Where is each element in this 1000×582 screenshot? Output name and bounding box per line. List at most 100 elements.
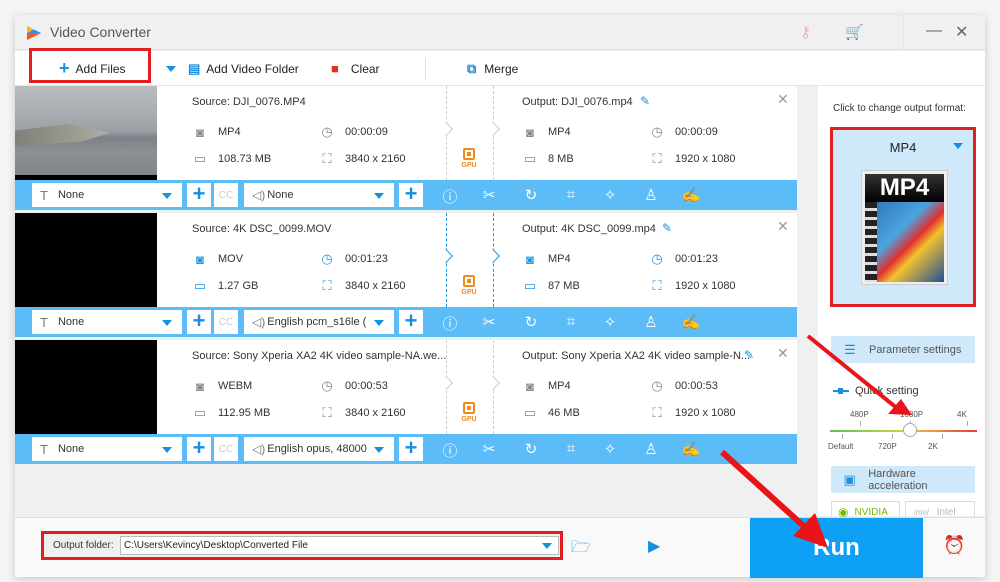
output-settings-panel: Click to change output format: MP4 MP4 ☰… [818, 86, 985, 523]
output-duration-value: 00:00:53 [675, 380, 718, 392]
output-folder-dropdown-icon[interactable] [542, 543, 552, 549]
remove-item-icon[interactable]: ✕ [777, 345, 789, 362]
video-file-icon: ◙ [526, 124, 534, 140]
watermark-stamp-icon[interactable]: ♙ [641, 186, 661, 204]
effects-wand-icon[interactable]: ✧ [600, 440, 620, 458]
edit-filename-icon[interactable]: ✎ [640, 94, 650, 108]
output-resolution: ⛶ 1920 x 1080 [649, 405, 735, 421]
cc-icon[interactable]: CC [214, 437, 238, 461]
parameter-settings-button[interactable]: ☰ Parameter settings [831, 336, 975, 363]
merge-icon: ⧉ [467, 60, 477, 76]
source-format: ◙ WEBM [192, 378, 252, 394]
output-size: ▭ 87 MB [522, 278, 580, 294]
add-subtitle-button[interactable]: + [187, 437, 211, 461]
merge-button[interactable]: ⧉ Merge [467, 51, 518, 86]
slider-knob[interactable] [903, 423, 917, 437]
format-name: MP4 [889, 140, 917, 155]
add-audio-button[interactable]: + [399, 437, 423, 461]
cc-icon[interactable]: CC [214, 310, 238, 334]
audio-track-select[interactable]: ◁) English pcm_s16le ( [244, 310, 394, 334]
add-files-dropdown-icon[interactable] [166, 66, 176, 72]
audio-track-value: English opus, 48000 [267, 443, 367, 455]
add-video-folder-button[interactable]: ▤ Add Video Folder [188, 51, 299, 86]
minimize-button[interactable]: — [926, 22, 942, 40]
source-resolution: ⛶ 3840 x 2160 [319, 278, 405, 294]
audio-track-select[interactable]: ◁) English opus, 48000 [244, 437, 394, 461]
scissors-icon[interactable]: ✂ [479, 186, 499, 204]
add-audio-button[interactable]: + [399, 183, 423, 207]
info-icon[interactable]: ⓘ [440, 440, 460, 461]
subtitle-select[interactable]: T None [32, 183, 182, 207]
edit-metadata-icon[interactable]: ✍ [681, 440, 701, 458]
hardware-acceleration-button[interactable]: ▣ Hardware acceleration [831, 466, 975, 493]
rotate-icon[interactable]: ↻ [521, 186, 541, 204]
quality-label: Default [828, 442, 854, 451]
scissors-icon[interactable]: ✂ [479, 313, 499, 331]
output-duration-value: 00:01:23 [675, 253, 718, 265]
effects-wand-icon[interactable]: ✧ [600, 186, 620, 204]
edit-metadata-icon[interactable]: ✍ [681, 313, 701, 331]
video-file-icon: ◙ [196, 251, 204, 267]
audio-track-select[interactable]: ◁) None [244, 183, 394, 207]
alarm-clock-icon[interactable]: ⏰ [943, 535, 965, 556]
tick-mark [842, 434, 843, 439]
watermark-stamp-icon[interactable]: ♙ [641, 440, 661, 458]
crop-icon[interactable]: ⌗ [561, 440, 581, 457]
crop-icon[interactable]: ⌗ [561, 186, 581, 203]
effects-wand-icon[interactable]: ✧ [600, 313, 620, 331]
chevron-down-icon [162, 320, 172, 326]
folder-icon: ▭ [193, 405, 207, 420]
output-duration: ◷ 00:00:53 [649, 378, 718, 394]
crop-icon[interactable]: ⌗ [561, 313, 581, 330]
subtitle-select[interactable]: T None [32, 310, 182, 334]
run-button[interactable]: Run [750, 518, 923, 578]
edit-filename-icon[interactable]: ✎ [662, 221, 672, 235]
info-icon[interactable]: ⓘ [440, 186, 460, 207]
app-title: Video Converter [50, 24, 151, 40]
cart-icon[interactable]: 🛒 [845, 23, 864, 41]
add-subtitle-button[interactable]: + [187, 183, 211, 207]
file-item[interactable]: Source: DJI_0076.MP4 ◙ MP4 ◷ 00:00:09 ▭ 108… [15, 86, 797, 210]
remove-item-icon[interactable]: ✕ [777, 218, 789, 235]
gpu-chip-icon [463, 402, 475, 414]
cc-icon[interactable]: CC [214, 183, 238, 207]
output-folder-input[interactable]: C:\Users\Kevincy\Desktop\Converted File [120, 536, 559, 555]
highlight-box-add-files [29, 48, 151, 83]
file-item[interactable]: Source: 4K DSC_0099.MOV ◙ MOV ◷ 00:01:23 ▭… [15, 213, 797, 337]
clear-button[interactable]: ■ Clear [331, 51, 380, 86]
rotate-icon[interactable]: ↻ [521, 440, 541, 458]
quick-setting-icon [833, 388, 849, 394]
subtitle-value: None [57, 316, 85, 328]
watermark-stamp-icon[interactable]: ♙ [641, 313, 661, 331]
chevron-right-icon [485, 248, 501, 264]
close-button[interactable]: ✕ [955, 22, 968, 42]
edit-filename-icon[interactable]: ✎ [744, 348, 754, 362]
title-bar: Video Converter ⚷ 🛒 — ✕ [15, 15, 985, 50]
key-icon[interactable]: ⚷ [800, 23, 811, 41]
text-icon: T [40, 187, 48, 203]
subtitle-select[interactable]: T None [32, 437, 182, 461]
output-duration: ◷ 00:01:23 [649, 251, 718, 267]
edit-metadata-icon[interactable]: ✍ [681, 186, 701, 204]
file-item[interactable]: Source: Sony Xperia XA2 4K video sample-… [15, 340, 797, 464]
remove-item-icon[interactable]: ✕ [777, 91, 789, 108]
speaker-icon: ◁) [252, 442, 266, 456]
add-audio-button[interactable]: + [399, 310, 423, 334]
toolbar: + Add Files ▤ Add Video Folder ■ Clear ⧉… [15, 48, 985, 86]
output-size: ▭ 8 MB [522, 151, 574, 167]
folder-icon: ▭ [193, 278, 207, 293]
add-subtitle-button[interactable]: + [187, 310, 211, 334]
chevron-right-icon [438, 375, 454, 391]
tick-mark [942, 434, 943, 439]
video-file-icon: ◙ [196, 124, 204, 140]
rotate-icon[interactable]: ↻ [521, 313, 541, 331]
open-folder-icon[interactable]: 🗁 [571, 536, 591, 563]
source-resolution-value: 3840 x 2160 [345, 153, 406, 165]
source-filename: Source: DJI_0076.MP4 [192, 96, 306, 108]
scissors-icon[interactable]: ✂ [479, 440, 499, 458]
video-folder-icon[interactable]: ▶ [648, 536, 660, 556]
info-icon[interactable]: ⓘ [440, 313, 460, 334]
chevron-right-icon [485, 375, 501, 391]
subtitle-value: None [57, 189, 85, 201]
output-format-selector[interactable]: MP4 MP4 [830, 127, 976, 307]
